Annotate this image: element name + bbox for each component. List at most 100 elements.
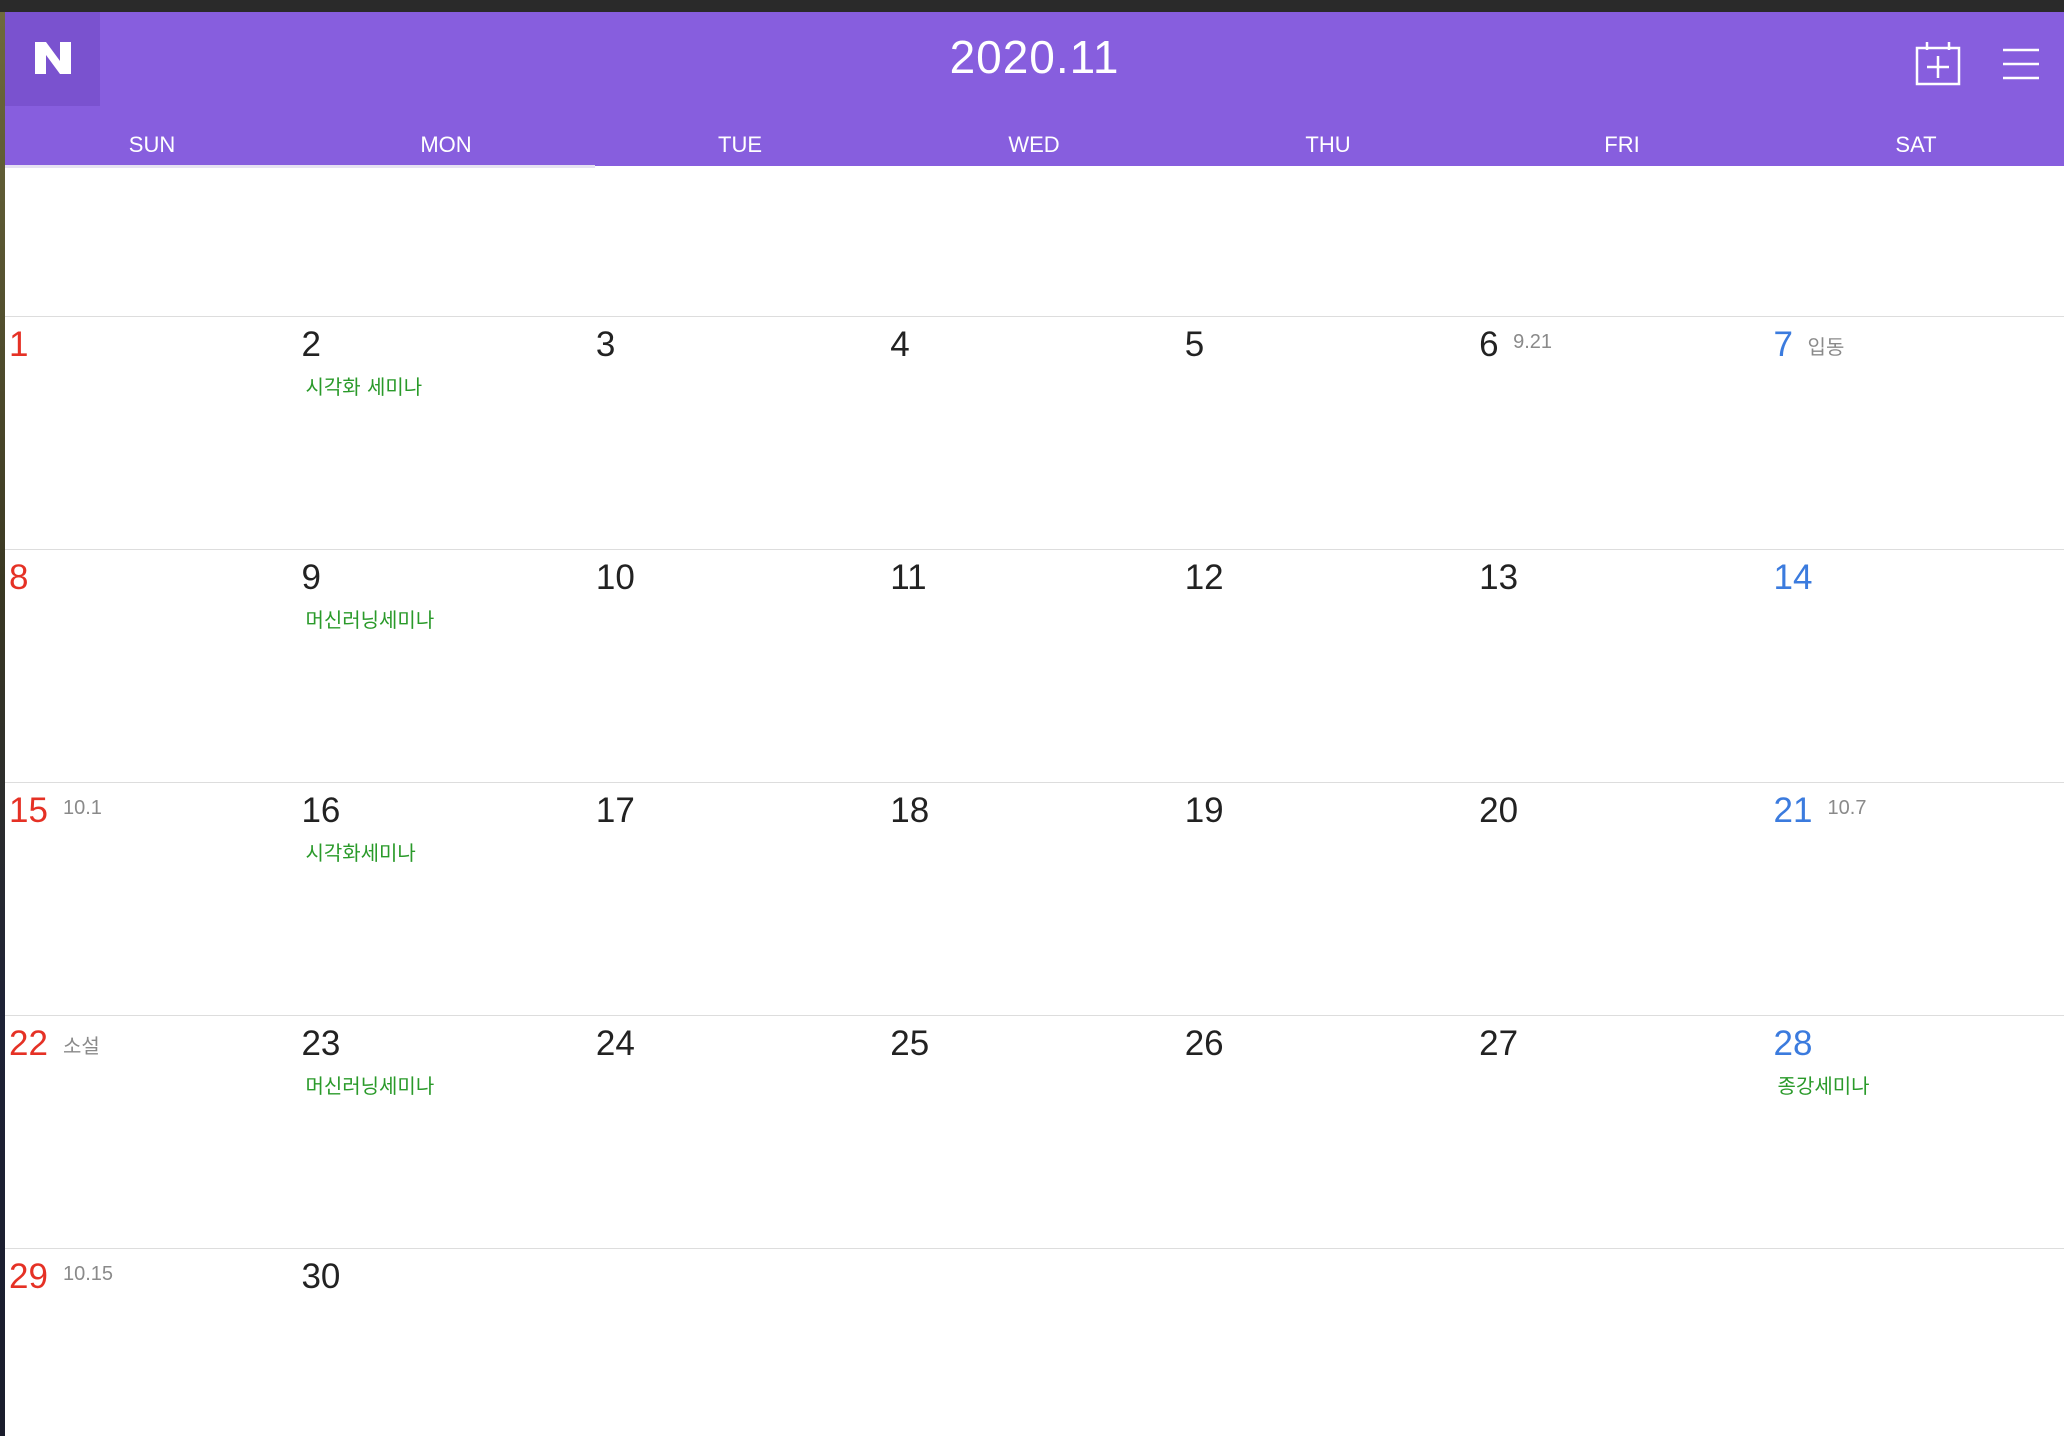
day-number: 30: [301, 1257, 341, 1296]
day-cell-15[interactable]: 15 10.1: [5, 783, 297, 1015]
day-cell-12[interactable]: 12: [1181, 550, 1475, 782]
event-item[interactable]: 종강세미나: [1778, 1070, 1870, 1099]
empty-day-cell: [592, 1249, 886, 1436]
day-number: 10: [595, 558, 635, 597]
day-cell-19[interactable]: 19: [1181, 783, 1475, 1015]
day-number: 12: [1184, 558, 1224, 597]
event-item[interactable]: 시각화세미나: [305, 837, 415, 866]
month-title[interactable]: 2020.11: [5, 30, 2064, 84]
calendar-add-icon: [1915, 42, 1961, 86]
day-number: 29: [9, 1257, 48, 1296]
day-number: 23: [301, 1024, 341, 1063]
empty-day-cell: [886, 1249, 1180, 1436]
window-top-edge: [0, 0, 2064, 12]
day-cell-26[interactable]: 26: [1181, 1016, 1475, 1248]
week-row: 15 10.1 16 시각화세미나 17 18 19 20 21 10.7: [5, 783, 2064, 1016]
event-item[interactable]: 머신러닝세미나: [305, 1070, 434, 1099]
lunar-date-label: 소설: [63, 1036, 100, 1058]
day-cell-10[interactable]: 10: [592, 550, 886, 782]
day-cell-13[interactable]: 13: [1475, 550, 1769, 782]
day-cell-18[interactable]: 18: [886, 783, 1180, 1015]
day-number: 11: [890, 558, 927, 597]
empty-day-cell: [1770, 1249, 2064, 1436]
week-row: 29 10.15 30: [5, 1249, 2064, 1436]
day-cell-25[interactable]: 25: [886, 1016, 1180, 1248]
day-cell-20[interactable]: 20: [1475, 783, 1769, 1015]
day-cell-1[interactable]: 1: [5, 317, 297, 549]
day-number: 5: [1184, 325, 1205, 364]
day-cell-8[interactable]: 8: [5, 550, 297, 782]
week-row: 22 소설 23 머신러닝세미나 24 25 26 27 28 종강세미나: [5, 1016, 2064, 1249]
lunar-date-label: 10.7: [1827, 797, 1867, 819]
lunar-date-label: 입동: [1807, 337, 1845, 359]
day-cell-17[interactable]: 17: [592, 783, 886, 1015]
day-cell-7[interactable]: 7 입동: [1770, 317, 2064, 549]
day-number: 2: [301, 325, 321, 364]
lunar-date-label: 9.21: [1513, 331, 1553, 353]
day-number: 26: [1184, 1024, 1224, 1063]
day-number: 7: [1773, 325, 1794, 364]
day-cell-5[interactable]: 5: [1181, 317, 1475, 549]
day-cell-24[interactable]: 24: [592, 1016, 886, 1248]
weekday-sun: SUN: [128, 132, 176, 157]
calendar-header: 2020.11 SUN MON TUE WED THU FRI SAT: [5, 12, 2064, 166]
day-cell-9[interactable]: 9 머신러닝세미나: [297, 550, 591, 782]
day-number: 8: [9, 558, 29, 597]
week-row: 1 2 시각화 세미나 3 4 5 6 9.21 7 입동: [5, 317, 2064, 550]
day-cell-6[interactable]: 6 9.21: [1475, 317, 1769, 549]
day-number: 9: [301, 558, 321, 597]
day-cell-30[interactable]: 30: [297, 1249, 591, 1436]
day-cell-4[interactable]: 4: [886, 317, 1180, 549]
day-number: 24: [595, 1024, 635, 1063]
event-item[interactable]: 시각화 세미나: [305, 371, 422, 400]
day-number: 1: [9, 325, 29, 364]
day-cell-21[interactable]: 21 10.7: [1770, 783, 2064, 1015]
menu-button[interactable]: [2001, 44, 2041, 84]
day-number: 21: [1773, 791, 1813, 830]
calendar-app: 2020.11 SUN MON TUE WED THU FRI SAT 1 2 …: [5, 12, 2064, 1436]
empty-day-cell: [297, 166, 591, 316]
empty-day-cell: [1181, 166, 1475, 316]
lunar-date-label: 10.1: [63, 797, 102, 819]
day-cell-3[interactable]: 3: [592, 317, 886, 549]
empty-day-cell: [1475, 166, 1769, 316]
weekday-wed: WED: [1008, 132, 1060, 157]
day-cell-29[interactable]: 29 10.15: [5, 1249, 297, 1436]
day-number: 19: [1184, 791, 1224, 830]
event-item[interactable]: 머신러닝세미나: [305, 604, 434, 633]
week-row: 8 9 머신러닝세미나 10 11 12 13 14: [5, 550, 2064, 783]
empty-day-cell: [886, 166, 1180, 316]
week-row: [5, 166, 2064, 317]
day-cell-27[interactable]: 27: [1475, 1016, 1769, 1248]
day-number: 18: [890, 791, 930, 830]
day-number: 28: [1773, 1024, 1813, 1063]
day-cell-23[interactable]: 23 머신러닝세미나: [297, 1016, 591, 1248]
day-cell-16[interactable]: 16 시각화세미나: [297, 783, 591, 1015]
add-event-button[interactable]: [1915, 40, 1961, 86]
lunar-date-label: 10.15: [63, 1263, 114, 1285]
day-cell-2[interactable]: 2 시각화 세미나: [297, 317, 591, 549]
day-cell-28[interactable]: 28 종강세미나: [1770, 1016, 2064, 1248]
weekday-mon: MON: [420, 132, 472, 157]
empty-day-cell: [1475, 1249, 1769, 1436]
weekday-tue: TUE: [718, 132, 762, 157]
day-number: 6: [1479, 325, 1499, 364]
day-number: 3: [595, 325, 616, 364]
weekday-fri: FRI: [1604, 132, 1640, 157]
day-number: 14: [1773, 558, 1813, 597]
month-grid: 1 2 시각화 세미나 3 4 5 6 9.21 7 입동 8 9 머신러닝세미나 10 11 12 13 14 1…: [5, 166, 2064, 1436]
empty-day-cell: [5, 166, 297, 316]
day-cell-14[interactable]: 14: [1770, 550, 2064, 782]
day-number: 20: [1479, 791, 1519, 830]
day-number: 27: [1479, 1024, 1519, 1063]
day-cell-11[interactable]: 11: [886, 550, 1180, 782]
day-number: 13: [1479, 558, 1519, 597]
day-number: 22: [9, 1024, 48, 1063]
weekday-thu: THU: [1305, 132, 1351, 157]
empty-day-cell: [1770, 166, 2064, 316]
weekday-header-row: SUN MON TUE WED THU FRI SAT: [5, 132, 2064, 166]
day-cell-22[interactable]: 22 소설: [5, 1016, 297, 1248]
day-number: 15: [9, 791, 48, 830]
weekday-sat: SAT: [1895, 132, 1937, 157]
day-number: 17: [595, 791, 635, 830]
